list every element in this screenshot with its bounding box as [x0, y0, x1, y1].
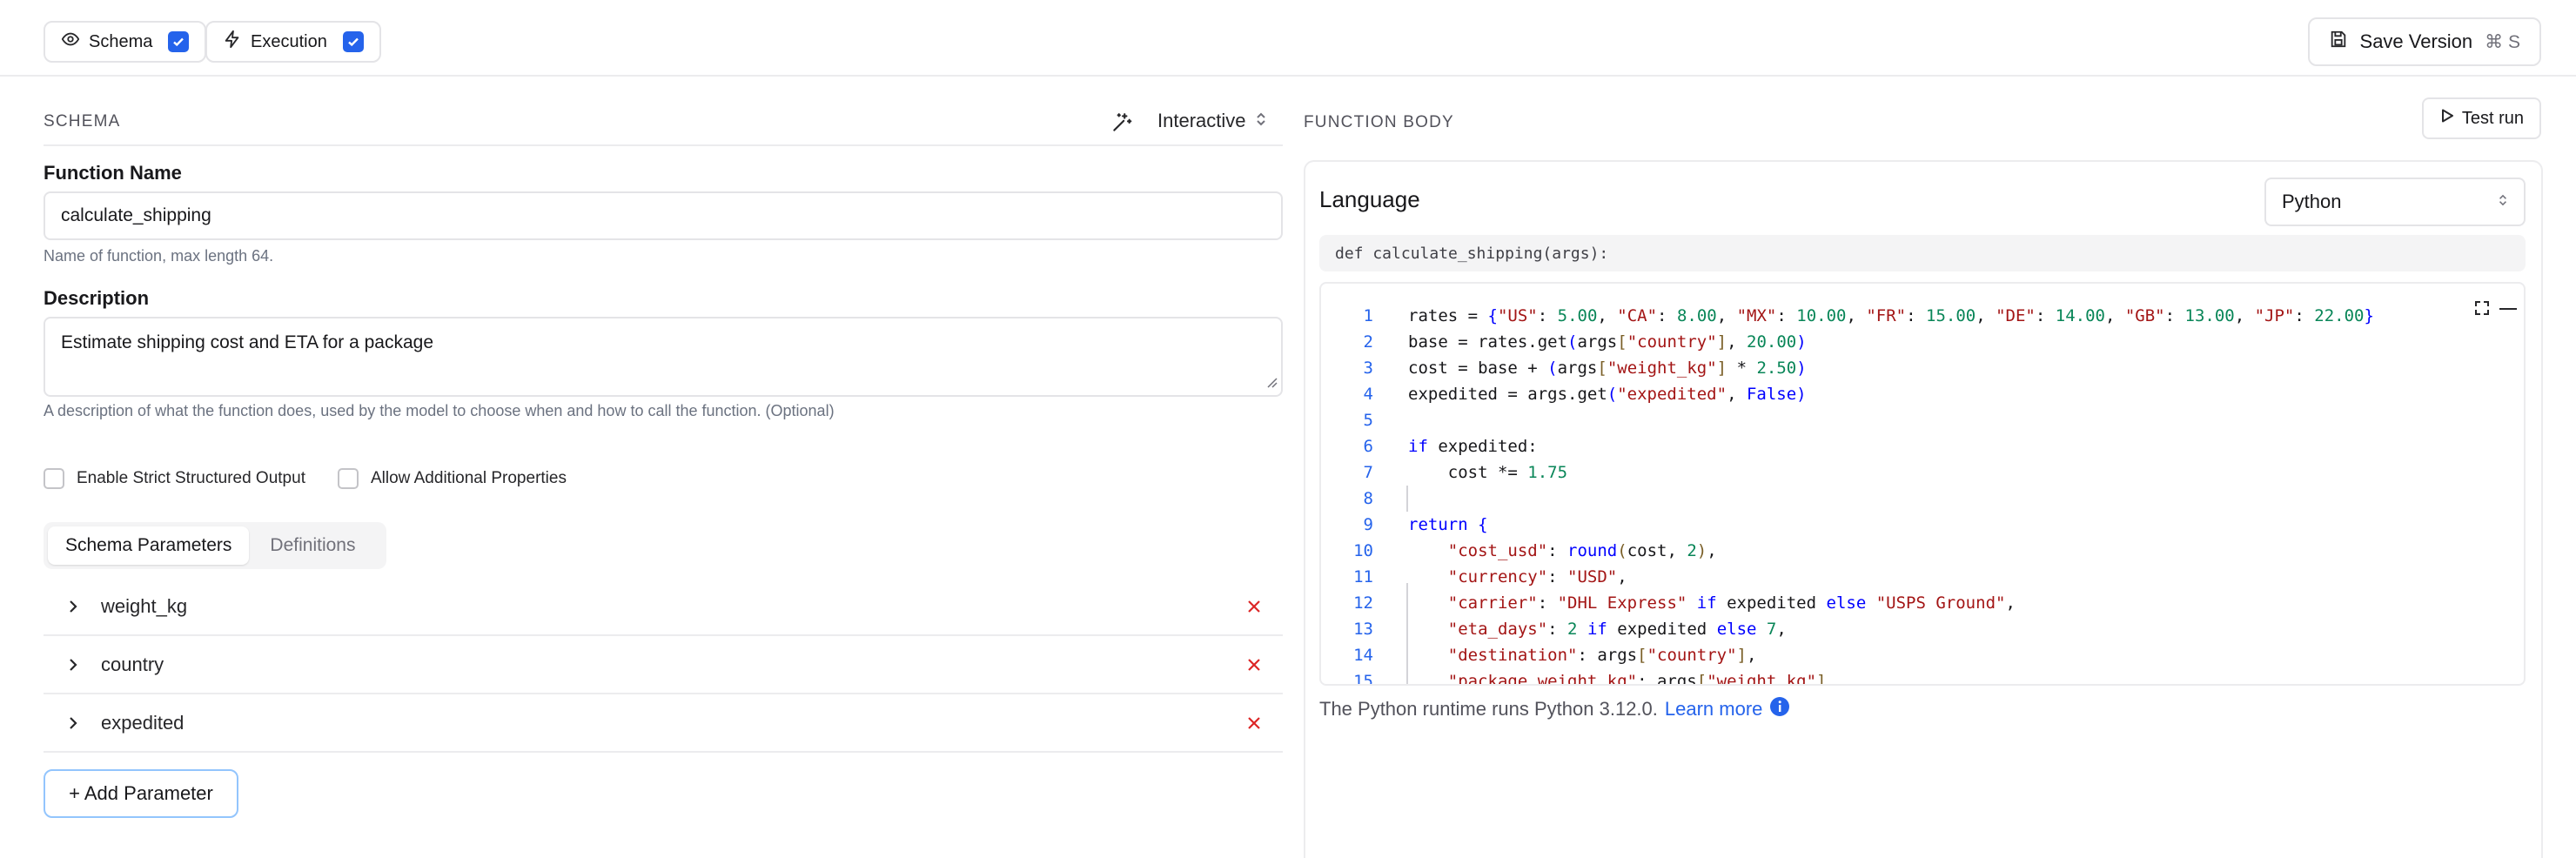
- language-select-value: Python: [2282, 191, 2342, 212]
- description-textarea[interactable]: Estimate shipping cost and ETA for a pac…: [44, 317, 1283, 397]
- additional-properties-label: Allow Additional Properties: [371, 469, 567, 487]
- code-line: 13 "eta_days": 2 if expedited else 7,: [1321, 616, 2524, 642]
- chevron-right-icon[interactable]: [64, 598, 82, 615]
- execution-checkbox[interactable]: [342, 31, 364, 52]
- delete-icon[interactable]: [1244, 714, 1264, 733]
- code-line: 11 "currency": "USD",: [1321, 564, 2524, 590]
- line-number: 10: [1353, 541, 1373, 560]
- save-version-button[interactable]: Save Version ⌘ S: [2307, 17, 2541, 66]
- test-run-label: Test run: [2461, 108, 2524, 128]
- eye-icon: [61, 30, 80, 54]
- line-number: 1: [1363, 306, 1373, 325]
- save-version-label: Save Version: [2359, 30, 2473, 52]
- parameter-name: country: [101, 654, 164, 675]
- learn-more-link[interactable]: Learn more: [1665, 698, 1763, 721]
- chevron-right-icon[interactable]: [64, 656, 82, 674]
- function-body-section-title: FUNCTION BODY: [1304, 113, 1454, 131]
- test-run-button[interactable]: Test run: [2421, 97, 2541, 139]
- mode-select-label: Interactive: [1157, 110, 1246, 131]
- description-help: A description of what the function does,…: [44, 402, 835, 419]
- line-number: 4: [1363, 385, 1373, 404]
- save-shortcut: ⌘ S: [2485, 31, 2520, 52]
- additional-properties-box[interactable]: [338, 468, 359, 489]
- description-label: Description: [44, 287, 150, 309]
- line-number: 5: [1363, 411, 1373, 430]
- code-line: 15 "package_weight_kg": args["weight_kg"…: [1321, 668, 2524, 686]
- line-number: 6: [1363, 437, 1373, 456]
- lightning-icon: [223, 30, 242, 54]
- chevron-updown-icon: [2498, 191, 2508, 213]
- code-line: 8: [1321, 486, 2524, 512]
- schema-toggle-label: Schema: [89, 31, 153, 51]
- mode-select[interactable]: Interactive: [1157, 110, 1267, 132]
- tab-definitions[interactable]: Definitions: [252, 526, 372, 565]
- line-number: 3: [1363, 359, 1373, 378]
- code-line: 6 if expedited:: [1321, 433, 2524, 459]
- code-line: 3 cost = base + (args["weight_kg"] * 2.50…: [1321, 355, 2524, 381]
- line-number: 7: [1363, 463, 1373, 482]
- function-name-input[interactable]: calculate_shipping: [44, 191, 1283, 240]
- code-line: 1 rates = {"US": 5.00, "CA": 8.00, "MX": …: [1321, 303, 2524, 329]
- line-number: 11: [1353, 567, 1373, 587]
- code-line: 5: [1321, 407, 2524, 433]
- schema-toggle[interactable]: Schema: [44, 21, 207, 63]
- magic-wand-icon[interactable]: [1110, 111, 1133, 138]
- code-line: 10 "cost_usd": round(cost, 2),: [1321, 538, 2524, 564]
- delete-icon[interactable]: [1244, 655, 1264, 674]
- code-line: 12 "carrier": "DHL Express" if expedited…: [1321, 590, 2524, 616]
- info-icon[interactable]: [1769, 696, 1790, 722]
- code-line: 7 cost *= 1.75: [1321, 459, 2524, 486]
- chevron-updown-icon: [1255, 110, 1267, 132]
- top-toolbar: Schema Execution Save Version ⌘ S: [0, 0, 2576, 77]
- code-editor[interactable]: 1 rates = {"US": 5.00, "CA": 8.00, "MX": …: [1319, 282, 2526, 686]
- code-line: 14 "destination": args["country"],: [1321, 642, 2524, 668]
- code-line: 9 return {: [1321, 512, 2524, 538]
- language-select[interactable]: Python: [2264, 178, 2526, 226]
- execution-toggle-label: Execution: [251, 31, 327, 51]
- parameter-row[interactable]: expedited: [44, 695, 1283, 753]
- line-number: 2: [1363, 332, 1373, 352]
- strict-output-box[interactable]: [44, 468, 64, 489]
- resize-handle-icon[interactable]: [1265, 372, 1278, 393]
- line-number: 8: [1363, 489, 1373, 508]
- add-parameter-button[interactable]: + Add Parameter: [44, 769, 238, 818]
- tab-schema-parameters[interactable]: Schema Parameters: [48, 526, 250, 565]
- line-number: 14: [1353, 646, 1373, 665]
- description-value: Estimate shipping cost and ETA for a pac…: [61, 332, 434, 352]
- parameter-name: weight_kg: [101, 595, 188, 617]
- runtime-note: The Python runtime runs Python 3.12.0. L…: [1319, 696, 1790, 722]
- function-name-help: Name of function, max length 64.: [44, 247, 274, 265]
- line-number: 12: [1353, 593, 1373, 613]
- play-icon: [2439, 108, 2455, 129]
- strict-output-label: Enable Strict Structured Output: [77, 469, 305, 487]
- strict-output-checkbox[interactable]: Enable Strict Structured Output: [44, 468, 305, 489]
- execution-toggle[interactable]: Execution: [205, 21, 381, 63]
- schema-checkbox[interactable]: [168, 31, 190, 52]
- code-line: 2 base = rates.get(args["country"], 20.00…: [1321, 329, 2524, 355]
- schema-tabs: Schema Parameters Definitions: [44, 522, 386, 569]
- parameter-row[interactable]: weight_kg: [44, 579, 1283, 636]
- code-content: 1 rates = {"US": 5.00, "CA": 8.00, "MX": …: [1321, 303, 2524, 686]
- chevron-right-icon[interactable]: [64, 714, 82, 732]
- delete-icon[interactable]: [1244, 597, 1264, 616]
- additional-properties-checkbox[interactable]: Allow Additional Properties: [338, 468, 567, 489]
- line-number: 13: [1353, 620, 1373, 639]
- language-label: Language: [1319, 186, 1420, 212]
- function-name-label: Function Name: [44, 162, 182, 184]
- parameter-name: expedited: [101, 712, 184, 734]
- parameter-row[interactable]: country: [44, 637, 1283, 694]
- line-number: 15: [1353, 672, 1373, 686]
- schema-section-title: SCHEMA: [44, 112, 121, 131]
- line-number: 9: [1363, 515, 1373, 534]
- schema-section-header: SCHEMA Interactive: [44, 99, 1283, 146]
- runtime-text: The Python runtime runs Python 3.12.0.: [1319, 698, 1658, 720]
- code-line: 4 expedited = args.get("expedited", False…: [1321, 381, 2524, 407]
- save-icon: [2329, 30, 2348, 54]
- function-body-section-header: FUNCTION BODY: [1304, 99, 2543, 146]
- function-signature: def calculate_shipping(args):: [1319, 235, 2526, 271]
